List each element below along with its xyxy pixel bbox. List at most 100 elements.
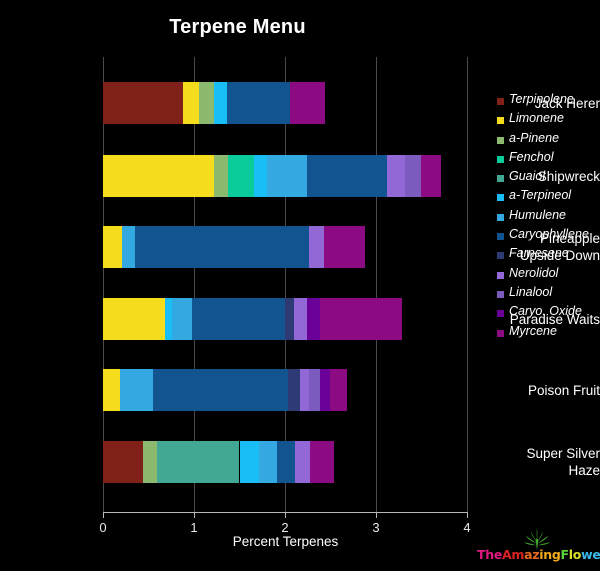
bar-segment[interactable]	[285, 298, 295, 340]
legend-item[interactable]: Caryophyllene	[497, 227, 597, 246]
bar-segment[interactable]	[258, 441, 277, 483]
bar-segment[interactable]	[319, 369, 330, 411]
x-tick-label: 0	[99, 520, 107, 535]
bar-segment[interactable]	[287, 369, 300, 411]
legend-item[interactable]: Fenchol	[497, 150, 597, 169]
bar-segment[interactable]	[103, 298, 165, 340]
bar-segment[interactable]	[143, 441, 157, 483]
bar-segment[interactable]	[103, 226, 123, 268]
legend-label: Limonene	[509, 111, 564, 126]
legend-label: Terpinolene	[509, 92, 574, 106]
bar-segment[interactable]	[214, 82, 227, 124]
watermark-letter: w	[581, 547, 593, 562]
bar-segment[interactable]	[386, 155, 406, 197]
watermark-letter: F	[560, 547, 570, 562]
legend-swatch	[497, 329, 504, 337]
bar-segment[interactable]	[309, 441, 335, 483]
bar-segment[interactable]	[164, 298, 173, 340]
x-tick	[103, 512, 104, 518]
legend-label: a-Terpineol	[509, 188, 572, 203]
bar-segment[interactable]	[299, 369, 309, 411]
x-axis-label: Percent Terpenes	[232, 534, 339, 549]
legend-item[interactable]: Humulene	[497, 208, 597, 227]
legend-item[interactable]: Farnesene	[497, 246, 597, 265]
watermark-letter: e	[592, 547, 600, 562]
legend-label: a-Pinene	[509, 130, 560, 145]
bar-segment[interactable]	[254, 155, 267, 197]
terpene-menu-chart: Terpene Menu 01234 Percent Terpenes Jack…	[0, 0, 600, 571]
bar-segment[interactable]	[306, 298, 320, 340]
bar-segment[interactable]	[324, 226, 366, 268]
gridline	[467, 57, 468, 512]
legend-label: Humulene	[509, 207, 566, 222]
x-tick-label: 2	[281, 520, 289, 535]
bar-segment[interactable]	[266, 155, 307, 197]
legend-swatch	[497, 117, 504, 125]
bar-segment[interactable]	[122, 226, 135, 268]
bar-segment[interactable]	[420, 155, 441, 197]
watermark-letter: A	[502, 547, 512, 562]
legend-item[interactable]: Limonene	[497, 111, 597, 130]
x-tick-label: 1	[190, 520, 198, 535]
bar-segment[interactable]	[214, 155, 228, 197]
legend-label: Caryophyllene	[509, 227, 589, 242]
legend-item[interactable]: a-Terpineol	[497, 188, 597, 207]
legend-label: Farnesene	[509, 246, 569, 261]
legend-swatch	[497, 310, 504, 318]
legend-item[interactable]: Guaiol	[497, 169, 597, 188]
watermark-letter: n	[543, 547, 552, 562]
bar-segment[interactable]	[306, 155, 387, 197]
bar-segment[interactable]	[156, 441, 240, 483]
bar-segment[interactable]	[227, 155, 255, 197]
legend-item[interactable]: Caryo. Oxide	[497, 304, 597, 323]
legend-swatch	[497, 271, 504, 279]
category-label-line: Haze	[568, 463, 600, 478]
bar-segment[interactable]	[308, 226, 325, 268]
bar-segment[interactable]	[289, 82, 326, 124]
bar-segment[interactable]	[239, 441, 259, 483]
bar-segment[interactable]	[294, 298, 307, 340]
legend-label: Caryo. Oxide	[509, 304, 582, 319]
legend-item[interactable]: Linalool	[497, 285, 597, 304]
category-label-line: Super Silver	[526, 446, 600, 461]
bar-segment[interactable]	[120, 369, 154, 411]
legend-label: Myrcene	[509, 323, 557, 338]
legend-swatch	[497, 290, 504, 298]
bar-segment[interactable]	[183, 82, 200, 124]
bar-segment[interactable]	[103, 441, 144, 483]
bar-segment[interactable]	[329, 369, 347, 411]
watermark-text: TheAmazingFlower	[477, 547, 600, 562]
bar-segment[interactable]	[319, 298, 403, 340]
bar-segment[interactable]	[134, 226, 309, 268]
bar-segment[interactable]	[192, 298, 285, 340]
legend-item[interactable]: Nerolidol	[497, 266, 597, 285]
legend-swatch	[497, 98, 504, 105]
legend-label: Fenchol	[509, 149, 554, 164]
x-tick-label: 3	[372, 520, 380, 535]
bar-segment[interactable]	[405, 155, 421, 197]
chart-title: Terpene Menu	[169, 16, 306, 38]
category-label: Poison Fruit	[500, 382, 600, 399]
bar-segment[interactable]	[103, 155, 215, 197]
bar-segment[interactable]	[295, 441, 310, 483]
bar-segment[interactable]	[199, 82, 214, 124]
watermark-letter: h	[485, 547, 494, 562]
legend-swatch	[497, 233, 504, 241]
legend-item[interactable]: a-Pinene	[497, 131, 597, 150]
legend-item[interactable]: Myrcene	[497, 324, 597, 343]
watermark-letter: o	[572, 547, 582, 562]
legend-item[interactable]: Terpinolene	[497, 92, 597, 111]
bar-segment[interactable]	[153, 369, 288, 411]
bar-segment[interactable]	[308, 369, 320, 411]
gridline	[376, 57, 377, 512]
category-label: Super Silver Haze	[500, 445, 600, 479]
bar-segment[interactable]	[276, 441, 295, 483]
bar-segment[interactable]	[103, 82, 184, 124]
x-tick	[376, 512, 377, 518]
watermark-letter: g	[551, 547, 561, 562]
bar-segment[interactable]	[172, 298, 193, 340]
bar-segment[interactable]	[226, 82, 290, 124]
category-label-line: Poison Fruit	[527, 383, 600, 398]
bar-segment[interactable]	[103, 369, 121, 411]
legend-swatch	[497, 194, 504, 202]
